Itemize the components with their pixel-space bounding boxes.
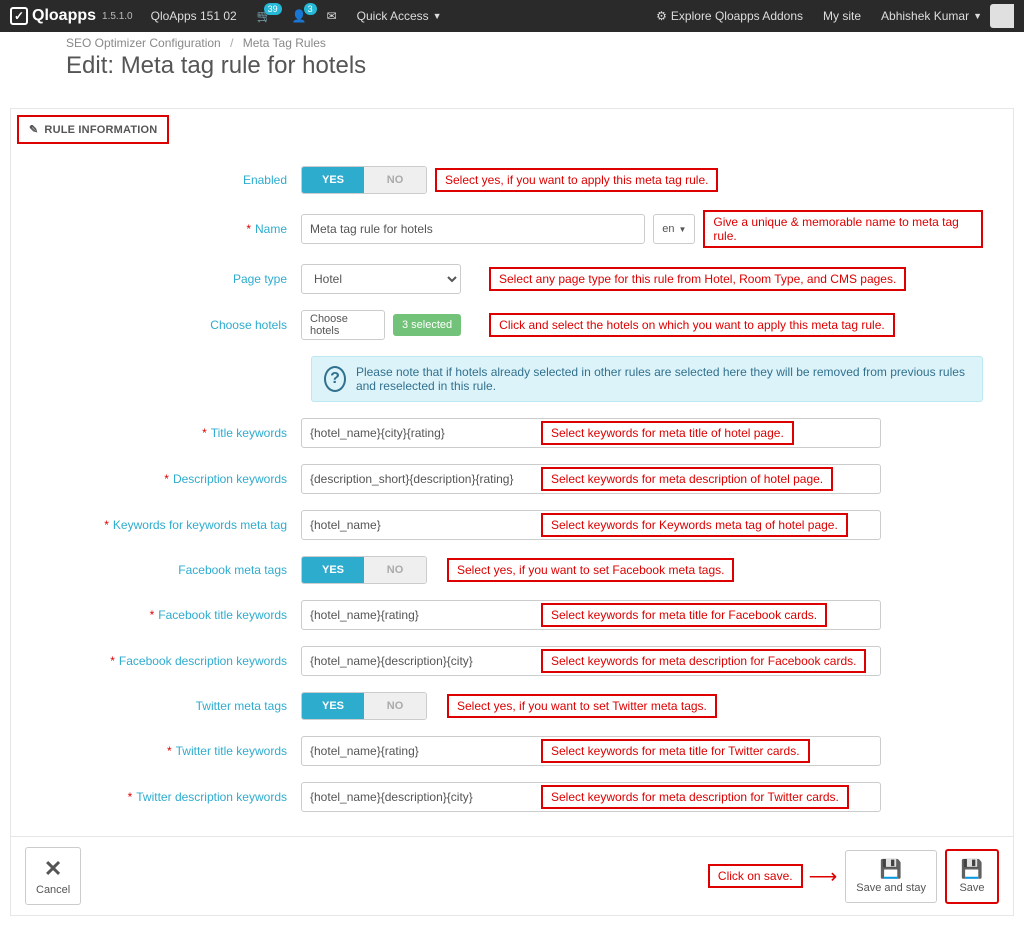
enabled-yes[interactable]: YES [302,167,364,193]
save-hint: Click on save. [708,864,803,888]
caret-down-icon: ▼ [973,11,982,21]
puzzle-icon: ⚙ [656,9,667,23]
panel-heading: ✎ RULE INFORMATION [17,115,169,144]
language-label: en [662,223,674,235]
kw-keywords-label: *Keywords for keywords meta tag [41,518,301,532]
enabled-hint: Select yes, if you want to apply this me… [435,168,718,192]
avatar[interactable] [990,4,1014,28]
enabled-toggle[interactable]: YES NO [301,166,427,194]
tw-yes[interactable]: YES [302,693,364,719]
tw-desc-hint: Select keywords for meta description for… [541,785,849,809]
name-input[interactable] [301,214,645,244]
page-type-hint: Select any page type for this rule from … [489,267,906,291]
tw-no[interactable]: NO [364,693,426,719]
pencil-icon: ✎ [29,123,38,136]
caret-down-icon: ▼ [433,11,442,21]
my-site-link[interactable]: My site [823,9,861,23]
panel-heading-label: RULE INFORMATION [44,124,157,136]
explore-addons-label: Explore Qloapps Addons [671,9,803,23]
name-hint: Give a unique & memorable name to meta t… [703,210,983,248]
tw-title-label: *Twitter title keywords [41,744,301,758]
question-icon: ? [324,366,346,392]
panel-footer: ✕ Cancel Click on save. ⟶ 💾 Save and sta… [11,836,1013,915]
logo-icon: ✓ [10,7,28,25]
tw-desc-label: *Twitter description keywords [41,790,301,804]
tw-toggle[interactable]: YES NO [301,692,427,720]
choose-hotels-label: Choose hotels [41,318,301,332]
save-icon: 💾 [880,859,902,880]
name-label: *Name [41,222,301,236]
title-keywords-label: *Title keywords [41,426,301,440]
user-icon[interactable]: 👤 3 [292,9,307,23]
breadcrumb: SEO Optimizer Configuration / Meta Tag R… [66,36,1014,50]
info-alert-text: Please note that if hotels already selec… [356,365,970,393]
enabled-no[interactable]: NO [364,167,426,193]
cancel-label: Cancel [36,884,70,896]
tw-toggle-hint: Select yes, if you want to set Twitter m… [447,694,717,718]
fb-toggle-hint: Select yes, if you want to set Facebook … [447,558,734,582]
cancel-button[interactable]: ✕ Cancel [25,847,81,905]
mail-icon[interactable]: ✉ [327,9,337,23]
breadcrumb-current[interactable]: Meta Tag Rules [243,36,326,50]
selected-count-badge: 3 selected [393,314,461,336]
info-alert: ? Please note that if hotels already sel… [311,356,983,402]
language-button[interactable]: en ▼ [653,214,695,244]
rule-info-panel: ✎ RULE INFORMATION Enabled YES NO Select… [10,108,1014,916]
enabled-label: Enabled [41,173,301,187]
title-keywords-hint: Select keywords for meta title of hotel … [541,421,794,445]
brand-version: 1.5.1.0 [102,11,133,22]
user-badge: 3 [304,3,317,15]
tw-title-hint: Select keywords for meta title for Twitt… [541,739,810,763]
brand-name: Qloapps [32,7,96,25]
shop-name[interactable]: QloApps 151 02 [151,9,237,23]
brand[interactable]: ✓ Qloapps 1.5.1.0 [10,7,133,25]
cart-icon[interactable]: 🛒 39 [257,9,272,23]
choose-hotels-button[interactable]: Choose hotels [301,310,385,340]
tw-toggle-label: Twitter meta tags [41,699,301,713]
admin-user-menu[interactable]: Abhishek Kumar ▼ [881,9,982,23]
save-stay-label: Save and stay [856,882,926,894]
arrow-right-icon: ⟶ [809,864,838,889]
fb-toggle[interactable]: YES NO [301,556,427,584]
breadcrumb-sep-icon: / [230,36,233,50]
page-type-select[interactable]: Hotel [301,264,461,294]
save-and-stay-button[interactable]: 💾 Save and stay [845,850,937,903]
quick-access-label: Quick Access [357,9,429,23]
save-icon: 💾 [961,859,983,880]
fb-title-label: *Facebook title keywords [41,608,301,622]
admin-user-name: Abhishek Kumar [881,9,969,23]
kw-keywords-hint: Select keywords for Keywords meta tag of… [541,513,848,537]
quick-access-menu[interactable]: Quick Access ▼ [357,9,442,23]
caret-down-icon: ▼ [678,225,686,234]
fb-title-hint: Select keywords for meta title for Faceb… [541,603,827,627]
fb-desc-label: *Facebook description keywords [41,654,301,668]
desc-keywords-label: *Description keywords [41,472,301,486]
fb-toggle-label: Facebook meta tags [41,563,301,577]
top-nav: ✓ Qloapps 1.5.1.0 QloApps 151 02 🛒 39 👤 … [0,0,1024,32]
save-label: Save [959,882,984,894]
close-icon: ✕ [44,856,62,882]
fb-yes[interactable]: YES [302,557,364,583]
explore-addons[interactable]: ⚙ Explore Qloapps Addons [656,9,803,23]
desc-keywords-hint: Select keywords for meta description of … [541,467,833,491]
save-button[interactable]: 💾 Save [945,849,999,904]
cart-badge: 39 [264,3,282,15]
choose-hotels-hint: Click and select the hotels on which you… [489,313,895,337]
page-type-label: Page type [41,272,301,286]
fb-no[interactable]: NO [364,557,426,583]
fb-desc-hint: Select keywords for meta description for… [541,649,866,673]
breadcrumb-parent[interactable]: SEO Optimizer Configuration [66,36,221,50]
page-title: Edit: Meta tag rule for hotels [66,52,1014,80]
